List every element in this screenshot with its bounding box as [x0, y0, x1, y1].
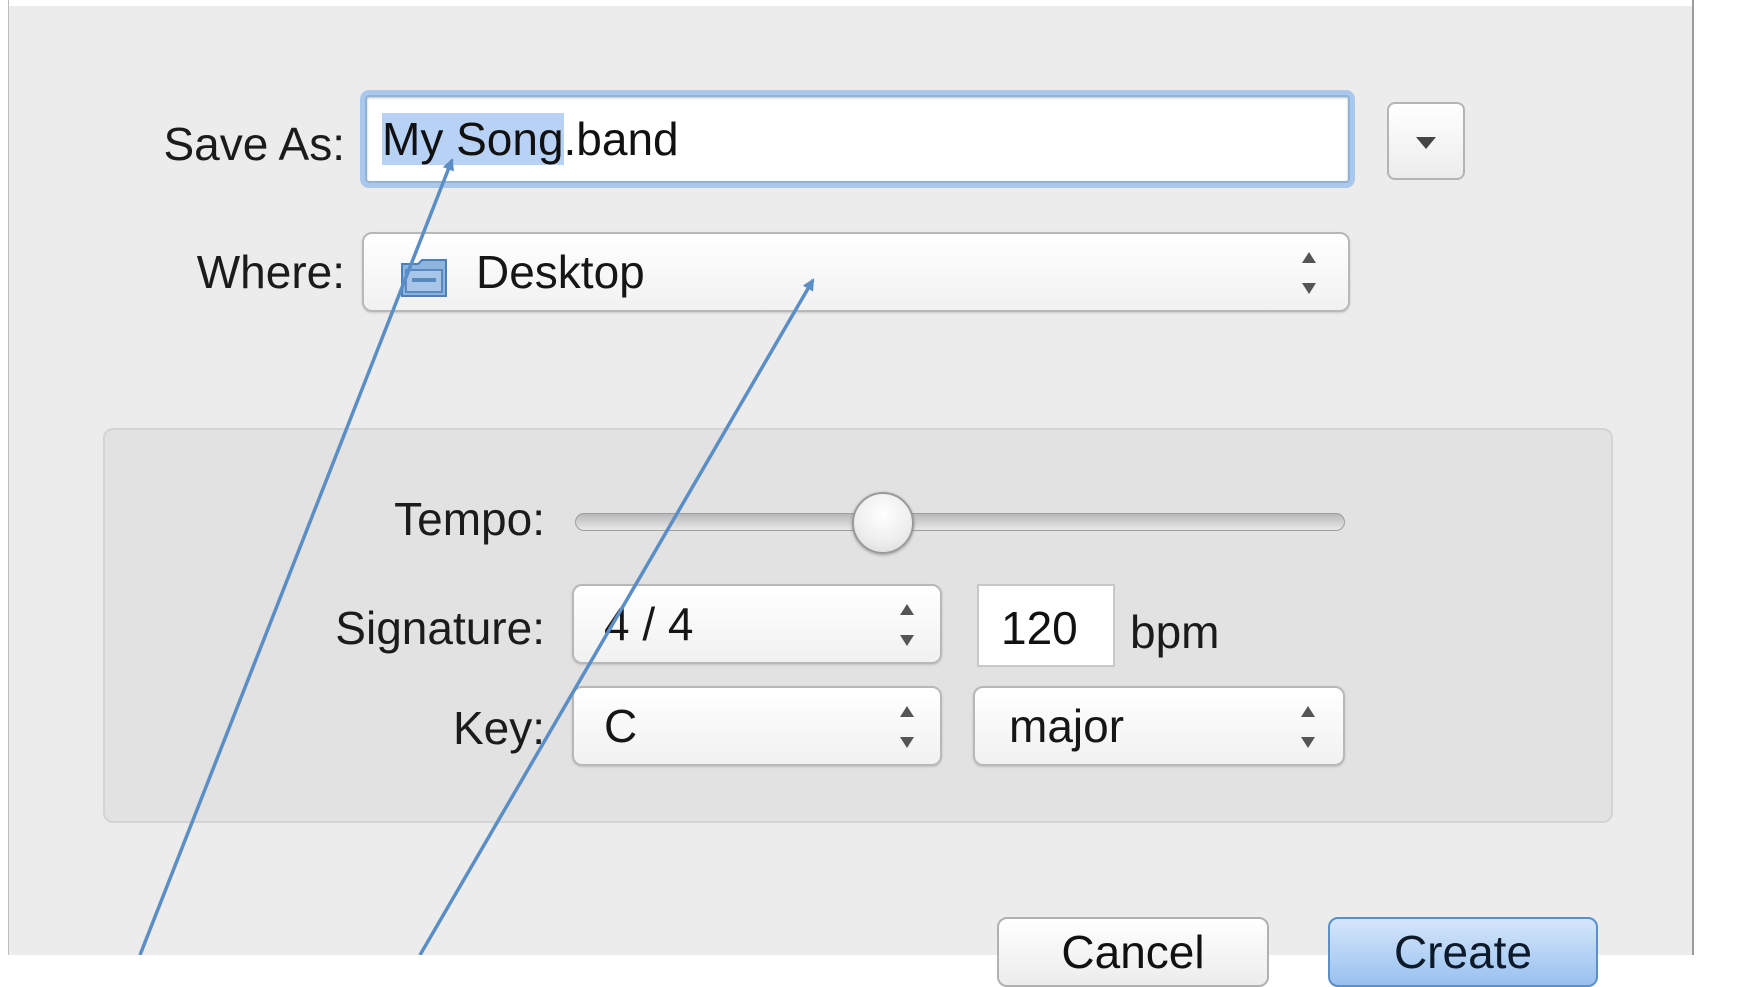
key-popup[interactable]: C: [572, 686, 942, 766]
filename-extension-text: .band: [563, 113, 679, 165]
key-label: Key:: [452, 702, 545, 754]
tempo-slider-track[interactable]: [575, 513, 1345, 531]
key-value: C: [604, 700, 638, 752]
expand-dialog-button[interactable]: [1387, 102, 1465, 180]
tempo-label: Tempo:: [394, 493, 545, 545]
signature-value: 4 / 4: [604, 598, 694, 650]
filename-selected-text: My Song: [382, 113, 564, 165]
mode-popup[interactable]: major: [973, 686, 1345, 766]
save-as-label: Save As:: [163, 118, 345, 170]
where-label: Where:: [196, 246, 345, 298]
signature-popup[interactable]: 4 / 4: [572, 584, 942, 664]
create-button[interactable]: Create: [1328, 917, 1598, 987]
updown-arrows-icon: [900, 706, 914, 748]
where-popup[interactable]: Desktop: [362, 232, 1350, 312]
where-value: Desktop: [476, 246, 645, 298]
disclosure-triangle-icon: [1416, 137, 1436, 149]
updown-arrows-icon: [900, 604, 914, 646]
bpm-value: 120: [1001, 602, 1078, 654]
bpm-input[interactable]: 120: [977, 584, 1115, 667]
folder-icon: [401, 259, 447, 297]
bpm-unit-label: bpm: [1130, 606, 1220, 658]
tempo-slider-knob[interactable]: [852, 492, 914, 554]
filename-text: My Song.band: [382, 111, 679, 167]
filename-input[interactable]: My Song.band: [365, 95, 1350, 183]
cancel-button[interactable]: Cancel: [997, 917, 1269, 987]
signature-label: Signature:: [335, 602, 545, 654]
mode-value: major: [1009, 700, 1125, 752]
updown-arrows-icon: [1302, 252, 1316, 294]
updown-arrows-icon: [1301, 706, 1315, 748]
